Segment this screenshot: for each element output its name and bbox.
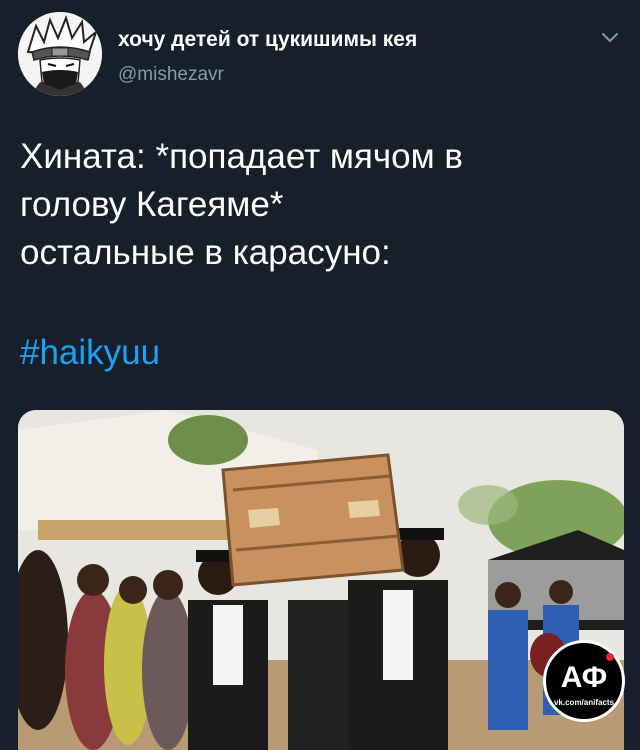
avatar[interactable] xyxy=(18,12,102,96)
anime-avatar-icon xyxy=(18,12,102,96)
watermark-text: АФ xyxy=(561,661,608,694)
tweet-text-line: голову Кагеяме* xyxy=(20,185,284,224)
tweet-text-line: остальные в карасуно: xyxy=(20,233,391,272)
display-name[interactable]: хочу детей от цукишимы кея xyxy=(118,28,417,52)
tweet-media-image[interactable] xyxy=(18,410,624,750)
tweet-text-line: Хината: *попадает мячом в xyxy=(20,137,463,176)
tweet-text: Хината: *попадает мячом в голову Кагеяме… xyxy=(20,133,620,277)
user-handle[interactable]: @mishezavr xyxy=(118,64,224,86)
tweet: хочу детей от цукишимы кея @mishezavr Хи… xyxy=(0,0,640,750)
coffin-dance-photo xyxy=(18,410,624,750)
hashtag-link[interactable]: #haikyuu xyxy=(20,333,160,373)
chevron-down-icon[interactable] xyxy=(598,28,622,48)
watermark-subtext: vk.com/anifacts xyxy=(554,698,615,707)
watermark-logo: АФ vk.com/anifacts xyxy=(543,640,625,722)
